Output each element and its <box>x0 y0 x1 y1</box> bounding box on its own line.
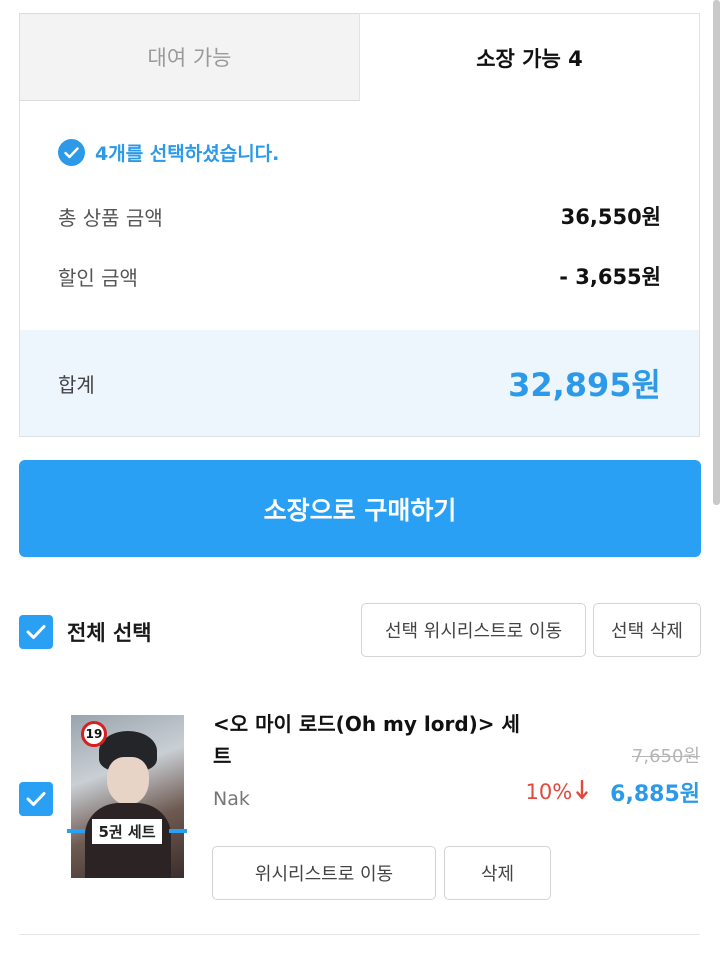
set-count-label: 5권 세트 <box>92 818 162 844</box>
selected-count-message: 4개를 선택하셨습니다. <box>58 139 279 166</box>
discount-label: 할인 금액 <box>58 265 138 290</box>
checkbox-checked-icon[interactable] <box>19 615 53 649</box>
total-price-value: 36,550원 <box>560 205 661 229</box>
cover-art-face <box>107 757 149 805</box>
item-divider <box>19 934 700 935</box>
purchase-button[interactable]: 소장으로 구매하기 <box>19 460 701 557</box>
delete-selected-button[interactable]: 선택 삭제 <box>593 603 701 657</box>
tab-bar: 대여 가능 소장 가능 4 <box>19 13 700 101</box>
sum-row: 합계 32,895원 <box>20 330 699 436</box>
arrow-down-icon <box>576 779 588 805</box>
item-author[interactable]: Nak <box>213 788 250 810</box>
age-rating-badge: 19 <box>81 721 107 747</box>
move-to-wishlist-button[interactable]: 위시리스트로 이동 <box>212 846 436 900</box>
move-selected-to-wishlist-button[interactable]: 선택 위시리스트로 이동 <box>361 603 586 657</box>
check-circle-icon <box>58 139 85 166</box>
total-price-row: 총 상품 금액 36,550원 <box>58 201 661 231</box>
total-price-label: 총 상품 금액 <box>58 205 163 230</box>
original-price: 7,650원 <box>631 746 700 767</box>
cart-toolbar: 전체 선택 선택 위시리스트로 이동 선택 삭제 <box>19 603 701 659</box>
scrollbar[interactable] <box>713 0 720 505</box>
checkbox-checked-icon[interactable] <box>19 782 53 816</box>
sum-value: 32,895원 <box>508 366 661 404</box>
selected-count-text: 4개를 선택하셨습니다. <box>95 143 280 165</box>
sale-price: 6,885원 <box>610 782 700 807</box>
cart-item: 19 5권 세트 <오 마이 로드(Oh my lord)> 세트 Nak 7,… <box>0 690 720 935</box>
sum-label: 합계 <box>58 372 95 397</box>
discount-rate: 10% <box>525 780 573 804</box>
price-row: 10% 6,885원 <box>525 776 700 808</box>
discount-value: - 3,655원 <box>559 265 661 289</box>
badge-bar-left <box>67 829 85 833</box>
select-all-toggle[interactable]: 전체 선택 <box>19 615 152 649</box>
discount-row: 할인 금액 - 3,655원 <box>58 261 661 291</box>
tab-rentable[interactable]: 대여 가능 <box>19 13 359 101</box>
badge-bar-right <box>169 829 187 833</box>
delete-item-button[interactable]: 삭제 <box>444 846 551 900</box>
set-count-badge: 5권 세트 <box>67 817 187 845</box>
item-title[interactable]: <오 마이 로드(Oh my lord)> 세트 <box>213 708 523 772</box>
order-summary: 4개를 선택하셨습니다. 총 상품 금액 36,550원 할인 금액 - 3,6… <box>19 101 700 437</box>
tab-ownable[interactable]: 소장 가능 4 <box>359 13 700 101</box>
select-all-label: 전체 선택 <box>67 621 152 645</box>
